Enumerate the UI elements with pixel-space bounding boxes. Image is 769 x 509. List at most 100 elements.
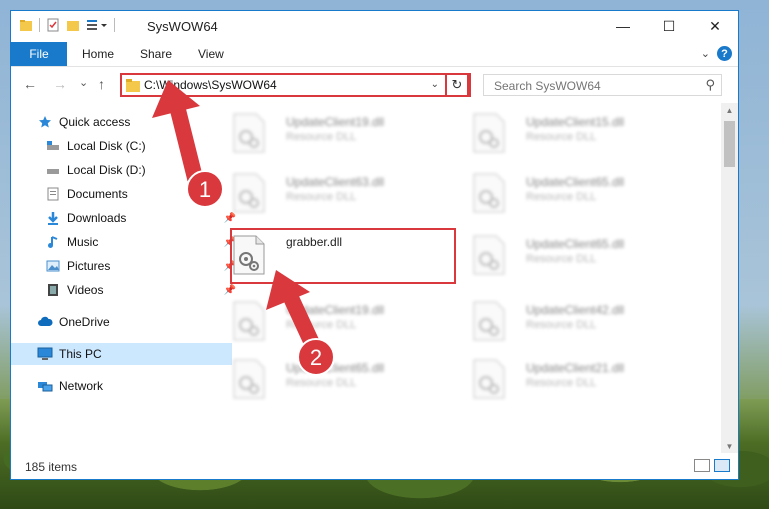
file-name: UpdateClient19.dll <box>286 303 385 317</box>
file-type: Resource DLL <box>526 131 597 143</box>
list-item[interactable]: UpdateClient19.dll Resource DLL <box>216 109 426 159</box>
list-item[interactable]: UpdateClient65.dll Resource DLL <box>456 231 666 281</box>
tab-file[interactable]: File <box>11 42 67 66</box>
dll-file-icon <box>473 113 505 153</box>
sidebar-item-label: Local Disk (D:) <box>67 163 146 177</box>
videos-icon <box>45 282 61 298</box>
toolbar-divider <box>39 18 40 32</box>
new-folder-icon[interactable] <box>66 18 80 32</box>
close-button[interactable]: ✕ <box>692 11 738 41</box>
file-name: UpdateClient19.dll <box>286 115 385 129</box>
drive-icon <box>45 162 61 178</box>
list-item[interactable]: UpdateClient65.dll Resource DLL <box>216 355 426 405</box>
sidebar-item-label: Documents <box>67 187 128 201</box>
file-name: UpdateClient63.dll <box>286 175 385 189</box>
folder-icon <box>20 20 32 31</box>
sidebar-item-quick-access[interactable]: Quick access <box>11 111 232 133</box>
file-name: UpdateClient65.dll <box>526 175 625 189</box>
cloud-icon <box>37 314 53 330</box>
minimize-button[interactable]: — <box>600 11 646 41</box>
computer-icon <box>37 346 53 362</box>
dll-file-icon <box>473 359 505 399</box>
list-item[interactable]: UpdateClient42.dll Resource DLL <box>456 297 666 347</box>
chevron-down-icon[interactable]: ⌄ <box>431 79 439 90</box>
address-bar[interactable]: C:\Windows\SysWOW64 ⌄ ↻ <box>120 73 471 97</box>
drive-icon <box>45 138 61 154</box>
file-type: Resource DLL <box>286 191 357 203</box>
chevron-down-icon[interactable]: ⌄ <box>701 47 710 60</box>
sidebar-item-onedrive[interactable]: OneDrive <box>11 311 232 333</box>
recent-locations-button[interactable]: ⌄ <box>79 76 88 89</box>
search-icon[interactable]: ⚲ <box>705 77 715 93</box>
network-icon <box>37 378 53 394</box>
dll-file-icon <box>233 359 265 399</box>
properties-icon[interactable] <box>46 18 60 32</box>
vertical-scrollbar[interactable]: ▲ ▼ <box>721 103 738 453</box>
back-button[interactable]: ← <box>23 76 37 92</box>
star-icon <box>37 114 53 130</box>
dll-file-icon <box>473 235 505 275</box>
file-name: UpdateClient15.dll <box>526 115 625 129</box>
search-box[interactable]: ⚲ <box>483 74 722 96</box>
sidebar-item-label: This PC <box>59 347 102 361</box>
sidebar-item-label: OneDrive <box>59 315 110 329</box>
sidebar-item-network[interactable]: Network <box>11 375 232 397</box>
file-name: UpdateClient65.dll <box>526 237 625 251</box>
status-bar: 185 items <box>11 453 738 479</box>
pictures-icon <box>45 258 61 274</box>
dll-file-icon <box>233 173 265 213</box>
music-icon <box>45 234 61 250</box>
list-item[interactable]: UpdateClient65.dll Resource DLL <box>456 169 666 219</box>
sidebar-item-label: Pictures <box>67 259 111 273</box>
maximize-button[interactable]: ☐ <box>646 11 692 41</box>
item-count: 185 items <box>25 460 78 474</box>
title-bar: SysWOW64 — ☐ ✕ <box>11 11 738 42</box>
help-button[interactable]: ? <box>717 46 732 61</box>
navigation-bar: ← → ⌄ ↑ C:\Windows\SysWOW64 ⌄ ↻ ⚲ <box>11 67 738 101</box>
scrollbar-thumb[interactable] <box>724 121 735 167</box>
address-path[interactable]: C:\Windows\SysWOW64 <box>144 78 277 92</box>
file-type: Resource DLL <box>526 191 597 203</box>
view-switcher <box>694 459 730 472</box>
download-icon <box>45 210 61 226</box>
sidebar-item-label: Local Disk (C:) <box>67 139 146 153</box>
refresh-button[interactable]: ↻ <box>445 73 469 97</box>
forward-button[interactable]: → <box>53 76 67 92</box>
ribbon-tabs: File Home Share View ⌄ ? <box>11 42 738 67</box>
dll-file-icon <box>233 113 265 153</box>
file-type: Resource DLL <box>286 131 357 143</box>
large-icons-view-icon[interactable] <box>714 459 730 472</box>
navigation-pane: Quick access Local Disk (C:) Local Disk … <box>11 103 236 453</box>
list-item[interactable]: UpdateClient63.dll Resource DLL <box>216 169 426 219</box>
window-controls: — ☐ ✕ <box>600 11 738 41</box>
dll-file-icon <box>473 173 505 213</box>
dll-file-icon <box>233 301 265 341</box>
file-name: UpdateClient21.dll <box>526 361 625 375</box>
list-item[interactable]: UpdateClient19.dll Resource DLL <box>216 297 426 347</box>
list-item[interactable]: UpdateClient21.dll Resource DLL <box>456 355 666 405</box>
tab-view[interactable]: View <box>198 42 224 66</box>
file-type: Resource DLL <box>526 253 597 265</box>
sidebar-item-label: Videos <box>67 283 104 297</box>
file-type: Resource DLL <box>526 319 597 331</box>
customize-toolbar-icon[interactable] <box>86 18 108 32</box>
window-title: SysWOW64 <box>147 19 218 34</box>
folder-icon <box>126 79 140 92</box>
sidebar-item-label: Quick access <box>59 115 131 129</box>
details-view-icon[interactable] <box>694 459 710 472</box>
list-item[interactable]: UpdateClient15.dll Resource DLL <box>456 109 666 159</box>
tab-share[interactable]: Share <box>140 42 172 66</box>
file-type: Resource DLL <box>286 319 357 331</box>
file-name: UpdateClient42.dll <box>526 303 625 317</box>
scroll-up-icon[interactable]: ▲ <box>721 103 738 117</box>
sidebar-item-label: Network <box>59 379 104 393</box>
file-type: Resource DLL <box>526 377 597 389</box>
file-type: Resource DLL <box>286 377 357 389</box>
sidebar-item-this-pc[interactable]: This PC <box>11 343 232 365</box>
scroll-down-icon[interactable]: ▼ <box>721 439 738 453</box>
tab-home[interactable]: Home <box>82 42 114 66</box>
toolbar-divider <box>114 18 115 32</box>
search-input[interactable] <box>492 78 696 94</box>
file-name: UpdateClient65.dll <box>286 361 385 375</box>
up-button[interactable]: ↑ <box>98 76 105 92</box>
